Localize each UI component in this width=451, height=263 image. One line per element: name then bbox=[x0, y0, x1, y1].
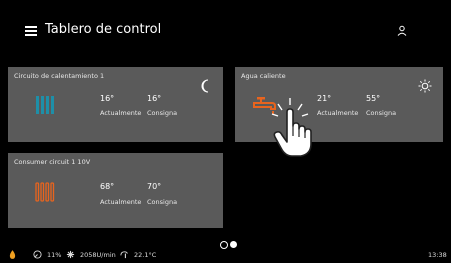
heating-circuit-card[interactable]: Circuito de calentamiento 1 16° 16° Actu… bbox=[8, 67, 223, 142]
card-title: Agua caliente bbox=[241, 72, 286, 80]
current-temp: 68° bbox=[100, 182, 115, 191]
top-bar: Tablero de control bbox=[0, 0, 451, 60]
current-label: Actualmente bbox=[317, 109, 359, 117]
clock-time: 13:38 bbox=[428, 251, 447, 259]
radiator-icon bbox=[35, 182, 55, 202]
sun-icon bbox=[418, 79, 432, 93]
tap-hand-icon bbox=[271, 98, 312, 157]
setpoint-temp: 16° bbox=[147, 94, 162, 103]
card-title: Consumer circuit 1 10V bbox=[14, 158, 91, 166]
current-label: Actualmente bbox=[100, 198, 142, 206]
setpoint-label: Consigna bbox=[366, 109, 397, 117]
status-bar: 11% 2058U/min 22.1°C 13:38 bbox=[0, 245, 451, 263]
outside-temp-value: 22.1°C bbox=[134, 251, 157, 259]
hamburger-menu-icon[interactable] bbox=[25, 26, 37, 36]
setpoint-temp: 70° bbox=[147, 182, 162, 191]
current-temp: 16° bbox=[100, 94, 115, 103]
setpoint-temp: 55° bbox=[366, 94, 381, 103]
modulation-gauge-icon bbox=[33, 250, 42, 259]
setpoint-label: Consigna bbox=[147, 109, 178, 117]
user-icon[interactable] bbox=[397, 25, 407, 37]
card-title: Circuito de calentamiento 1 bbox=[14, 72, 105, 80]
radiator-icon bbox=[36, 96, 54, 114]
consumer-circuit-card[interactable]: Consumer circuit 1 10V 68° 70° Actualmen… bbox=[8, 153, 223, 228]
page-title: Tablero de control bbox=[45, 22, 162, 37]
current-temp: 21° bbox=[317, 94, 332, 103]
outside-temperature-icon bbox=[120, 251, 128, 259]
modulation-value: 11% bbox=[47, 251, 62, 259]
setpoint-label: Consigna bbox=[147, 198, 178, 206]
flame-icon bbox=[9, 250, 16, 259]
hot-water-card[interactable]: Agua caliente 21° 55° Actualmente Consig… bbox=[235, 67, 443, 142]
current-label: Actualmente bbox=[100, 109, 142, 117]
fan-icon bbox=[66, 250, 75, 259]
moon-icon bbox=[201, 79, 209, 93]
fan-speed-value: 2058U/min bbox=[80, 251, 116, 259]
